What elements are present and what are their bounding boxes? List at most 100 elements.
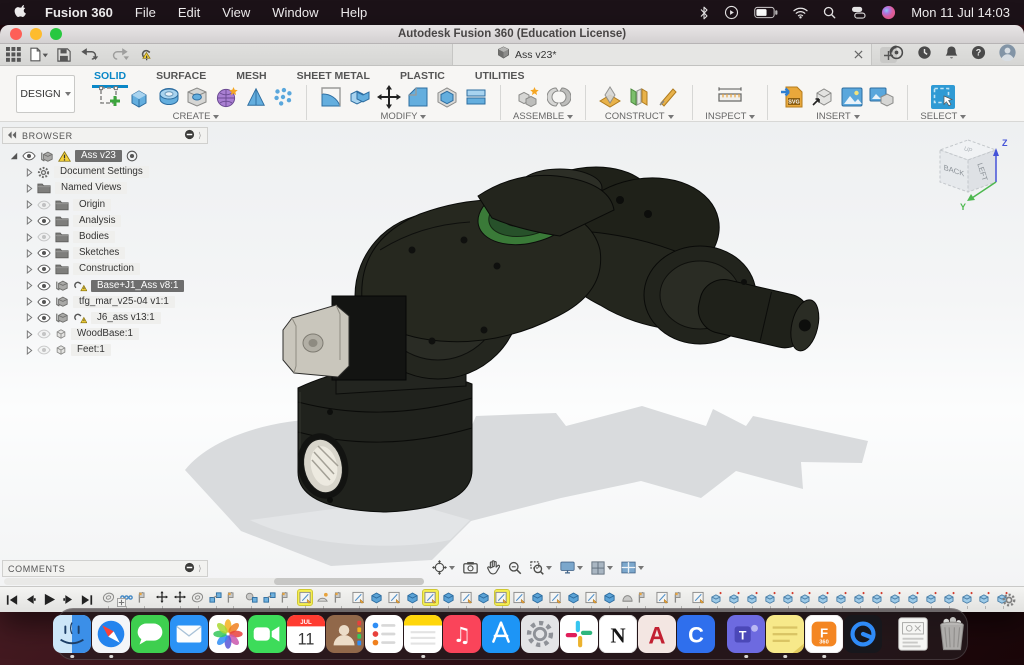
browser-row-analysis[interactable]: Analysis	[2, 213, 208, 229]
browser-row-label[interactable]: Construction	[73, 263, 140, 275]
expand-arrow-icon[interactable]	[26, 216, 33, 225]
timeline-feature-sketch-15[interactable]	[351, 590, 366, 605]
dock-notes[interactable]	[404, 610, 442, 658]
create-sketch-icon[interactable]	[98, 85, 122, 109]
dock-contacts[interactable]	[326, 610, 364, 658]
play-icon[interactable]	[43, 593, 56, 606]
dock-mail[interactable]	[170, 610, 208, 658]
timeline-feature-component-error-46[interactable]	[906, 590, 921, 605]
browser-row-label[interactable]: WoodBase:1	[71, 328, 139, 340]
screen-record-icon[interactable]	[724, 5, 739, 21]
expand-arrow-icon[interactable]	[26, 200, 33, 209]
browser-row-label[interactable]: Bodies	[73, 231, 115, 243]
browser-header[interactable]: BROWSER ⟩	[2, 127, 208, 144]
dock-facetime[interactable]	[248, 610, 286, 658]
dock-reminders[interactable]	[365, 610, 403, 658]
timeline-feature-component-error-39[interactable]	[781, 590, 796, 605]
extrude-icon[interactable]	[127, 85, 151, 109]
timeline-feature-component-error-40[interactable]	[799, 590, 814, 605]
visibility-eye-icon[interactable]	[37, 216, 51, 226]
window-title-bar[interactable]: Autodesk Fusion 360 (Education License)	[0, 25, 1024, 44]
orbit-icon[interactable]	[432, 560, 455, 575]
midplane-icon[interactable]	[627, 85, 651, 109]
browser-row-ass-v23[interactable]: Ass v23	[2, 148, 208, 164]
timeline-feature-revolve-6[interactable]	[190, 590, 205, 605]
panel-options-icon[interactable]	[184, 562, 195, 575]
dock-notion[interactable]: N	[599, 610, 637, 658]
dock-music[interactable]: ♫	[443, 610, 481, 658]
dock-safari[interactable]	[92, 610, 130, 658]
timeline-feature-joint-ball-9[interactable]	[244, 590, 259, 605]
dock-drawing-file[interactable]	[894, 610, 932, 658]
timeline-feature-sketch-28[interactable]	[584, 590, 599, 605]
scrollbar-handle[interactable]	[274, 578, 424, 585]
timeline-feature-component-error-36[interactable]	[727, 590, 742, 605]
select-icon[interactable]	[930, 84, 956, 110]
timeline-feature-revolve-1[interactable]	[101, 590, 116, 605]
browser-row-label[interactable]: Base+J1_Ass v8:1	[91, 280, 184, 292]
expand-arrow-icon[interactable]	[26, 313, 33, 322]
timeline-feature-dome-30[interactable]	[620, 590, 635, 605]
horizontal-scrollbar[interactable]	[4, 578, 424, 585]
menu-item-window[interactable]: Window	[272, 5, 318, 20]
dock-trash[interactable]	[933, 610, 971, 658]
fillet-icon[interactable]	[319, 85, 343, 109]
timeline-settings-icon[interactable]	[1002, 593, 1016, 612]
browser-row-label[interactable]: Named Views	[55, 182, 127, 194]
dock-app-store[interactable]	[482, 610, 520, 658]
menu-item-help[interactable]: Help	[340, 5, 367, 20]
timeline-feature-plane-14[interactable]	[334, 590, 349, 605]
loft-icon[interactable]	[245, 86, 267, 108]
timeline-feature-component-error-50[interactable]	[978, 590, 993, 605]
browser-row-label[interactable]: Sketches	[73, 247, 125, 259]
zoom-icon[interactable]	[508, 561, 522, 575]
extensions-icon[interactable]	[889, 45, 904, 65]
browser-row-tfg-mar-v25-04-v1-1[interactable]: tfg_mar_v25-04 v1:1	[2, 294, 208, 310]
panel-options-icon[interactable]	[184, 129, 195, 142]
browser-row-label[interactable]: Document Settings	[54, 166, 149, 178]
timeline-feature-sketch-21[interactable]	[459, 590, 474, 605]
skip-end-icon[interactable]	[81, 594, 93, 606]
expand-arrow-icon[interactable]	[26, 346, 33, 355]
timeline-feature-component-error-44[interactable]	[870, 590, 885, 605]
menu-item-file[interactable]: File	[135, 5, 156, 20]
expand-arrow-icon[interactable]	[26, 233, 33, 242]
app-menu-title[interactable]: Fusion 360	[45, 5, 113, 20]
timeline-feature-extrude-29[interactable]	[602, 590, 617, 605]
shell-icon[interactable]	[435, 85, 459, 109]
timeline-feature-move-4[interactable]	[155, 590, 170, 605]
expand-arrow-icon[interactable]	[26, 265, 33, 274]
timeline-feature-extrude-25[interactable]	[530, 590, 545, 605]
timeline-feature-sketch-24[interactable]	[512, 590, 527, 605]
timeline-feature-component-error-41[interactable]	[817, 590, 832, 605]
undo-icon[interactable]	[80, 46, 100, 64]
timeline-feature-extrude-20[interactable]	[441, 590, 456, 605]
measure-icon[interactable]	[717, 86, 743, 108]
dock-teams[interactable]: T	[727, 610, 765, 658]
visibility-eye-icon[interactable]	[37, 264, 51, 274]
timeline-feature-plane-3[interactable]	[137, 590, 152, 605]
visibility-eye-icon[interactable]	[37, 329, 51, 339]
browser-row-sketches[interactable]: Sketches	[2, 245, 208, 261]
visibility-eye-icon[interactable]	[37, 232, 51, 242]
battery-icon[interactable]	[754, 5, 778, 21]
new-component-icon[interactable]	[516, 85, 542, 109]
wifi-icon[interactable]	[793, 5, 808, 21]
timeline-feature-component-error-37[interactable]	[745, 590, 760, 605]
decal-icon[interactable]	[869, 85, 895, 109]
timeline-feature-sketch-19[interactable]	[423, 590, 438, 605]
timeline-feature-plane-33[interactable]	[674, 590, 689, 605]
visibility-eye-icon[interactable]	[37, 345, 51, 355]
pan-icon[interactable]	[486, 560, 500, 575]
construction-plane-icon[interactable]	[598, 85, 622, 109]
derive-icon[interactable]	[811, 85, 835, 109]
model-viewport[interactable]: BROWSER ⟩ Ass v23 Document Settings Named …	[0, 122, 1024, 586]
grid-settings-icon[interactable]	[591, 561, 613, 575]
browser-row-bodies[interactable]: Bodies	[2, 229, 208, 245]
ribbon-group-label[interactable]: INSPECT	[705, 111, 755, 122]
timeline-feature-extrude-27[interactable]	[566, 590, 581, 605]
browser-row-construction[interactable]: Construction	[2, 261, 208, 277]
timeline-feature-plane-8[interactable]	[226, 590, 241, 605]
timeline-feature-joint-10[interactable]	[262, 590, 277, 605]
timeline-feature-sketch-34[interactable]	[691, 590, 706, 605]
